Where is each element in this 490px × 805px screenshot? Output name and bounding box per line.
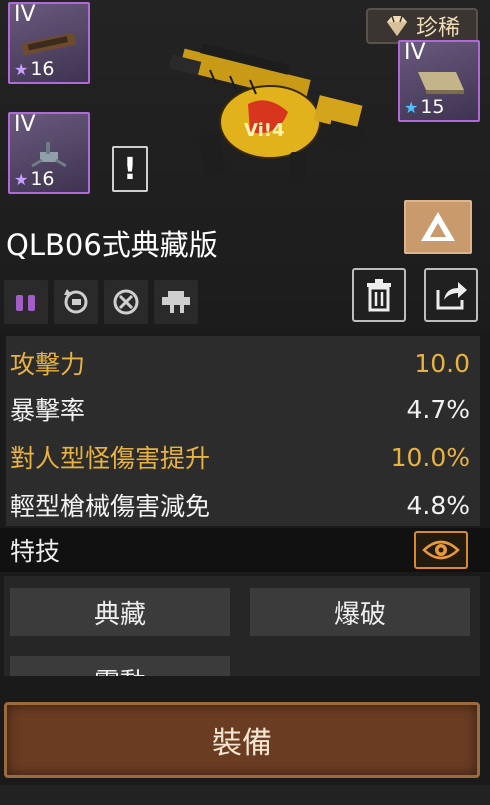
turret-icon <box>31 142 67 168</box>
stat-value: 10.0 <box>414 348 470 378</box>
stat-row: 攻擊力 10.0 <box>6 340 480 386</box>
accuracy-glyph <box>113 289 139 315</box>
slot-level-value: 15 <box>420 96 445 118</box>
armor-plate-icon <box>418 72 464 94</box>
rarity-badge: 珍稀 <box>366 8 478 44</box>
slot-tier: IV <box>14 112 36 137</box>
equip-label: 裝備 <box>212 726 272 761</box>
slot-level: ★ 15 <box>404 96 445 118</box>
slot-tier: IV <box>404 40 426 65</box>
equip-button[interactable]: 裝備 <box>4 702 480 778</box>
slot-level: ★ 16 <box>14 168 55 190</box>
skin-switch-button[interactable] <box>404 200 472 254</box>
view-skills-button[interactable] <box>414 531 468 569</box>
stat-label: 攻擊力 <box>10 350 86 379</box>
ammo-glyph <box>16 295 35 311</box>
grenade-launcher-icon: Vi!4 <box>168 43 365 186</box>
skill-button[interactable]: 震動 <box>10 656 230 676</box>
stat-value: 4.7% <box>406 394 470 424</box>
share-button[interactable] <box>424 268 478 322</box>
slot-level-value: 16 <box>30 58 55 80</box>
attachment-slot-3[interactable]: IV ★ 15 <box>398 40 480 122</box>
skills-title: 特技 <box>10 537 61 566</box>
weapon-detail-screen: 珍稀 IV ★ 16 IV ★ 16 IV ★ 15 ! Vi!4 QLB06式… <box>0 0 490 805</box>
delete-button[interactable] <box>352 268 406 322</box>
slot-tier: IV <box>14 2 36 27</box>
skill-label: 震動 <box>94 662 146 677</box>
slot-level-value: 16 <box>30 168 55 190</box>
accuracy-icon[interactable] <box>104 280 148 324</box>
ammo-icon[interactable] <box>4 280 48 324</box>
warning-label: ! <box>123 151 137 187</box>
stats-panel: 攻擊力 10.0 暴擊率 4.7% 對人型怪傷害提升 10.0% 輕型槍械傷害減… <box>6 336 480 526</box>
skill-label: 典藏 <box>93 599 146 630</box>
triangle-logo-icon <box>421 212 455 241</box>
star-icon: ★ <box>404 97 419 117</box>
rarity-label: 珍稀 <box>415 16 460 41</box>
stat-label: 對人型怪傷害提升 <box>10 444 211 473</box>
star-icon: ★ <box>14 169 29 189</box>
ammo-magazine-icon <box>21 32 77 56</box>
weapon-showcase: 珍稀 IV ★ 16 IV ★ 16 IV ★ 15 ! Vi!4 QLB06式… <box>0 0 490 330</box>
share-icon <box>436 282 467 310</box>
scope-icon[interactable] <box>154 280 198 324</box>
stat-label: 輕型槍械傷害減免 <box>10 492 211 521</box>
stat-row: 輕型槍械傷害減免 4.8% <box>6 482 480 528</box>
reload-icon[interactable] <box>54 280 98 324</box>
mod-icon-row <box>4 280 198 324</box>
stat-row: 暴擊率 4.7% <box>6 386 480 432</box>
svg-text:Vi!4: Vi!4 <box>244 120 285 141</box>
skill-label: 爆破 <box>333 599 386 630</box>
reload-glyph <box>64 289 88 314</box>
skill-button[interactable]: 典藏 <box>10 588 230 636</box>
star-icon: ★ <box>14 59 29 79</box>
bottom-bar <box>0 785 490 805</box>
diamond-icon <box>386 15 407 36</box>
weapon-name: QLB06式典藏版 <box>6 228 218 262</box>
trash-icon <box>367 279 391 312</box>
stat-value: 10.0% <box>390 442 470 472</box>
stat-row: 對人型怪傷害提升 10.0% <box>6 434 480 480</box>
attachment-slot-2[interactable]: IV ★ 16 <box>8 112 90 194</box>
skill-button[interactable]: 爆破 <box>250 588 470 636</box>
eye-icon <box>422 540 460 560</box>
stat-value: 4.8% <box>406 490 470 520</box>
slot-level: ★ 16 <box>14 58 55 80</box>
scope-glyph <box>162 291 190 313</box>
stat-label: 暴擊率 <box>10 396 86 425</box>
attachment-slot-1[interactable]: IV ★ 16 <box>8 2 90 84</box>
skills-panel: 典藏 爆破 震動 <box>4 576 480 676</box>
